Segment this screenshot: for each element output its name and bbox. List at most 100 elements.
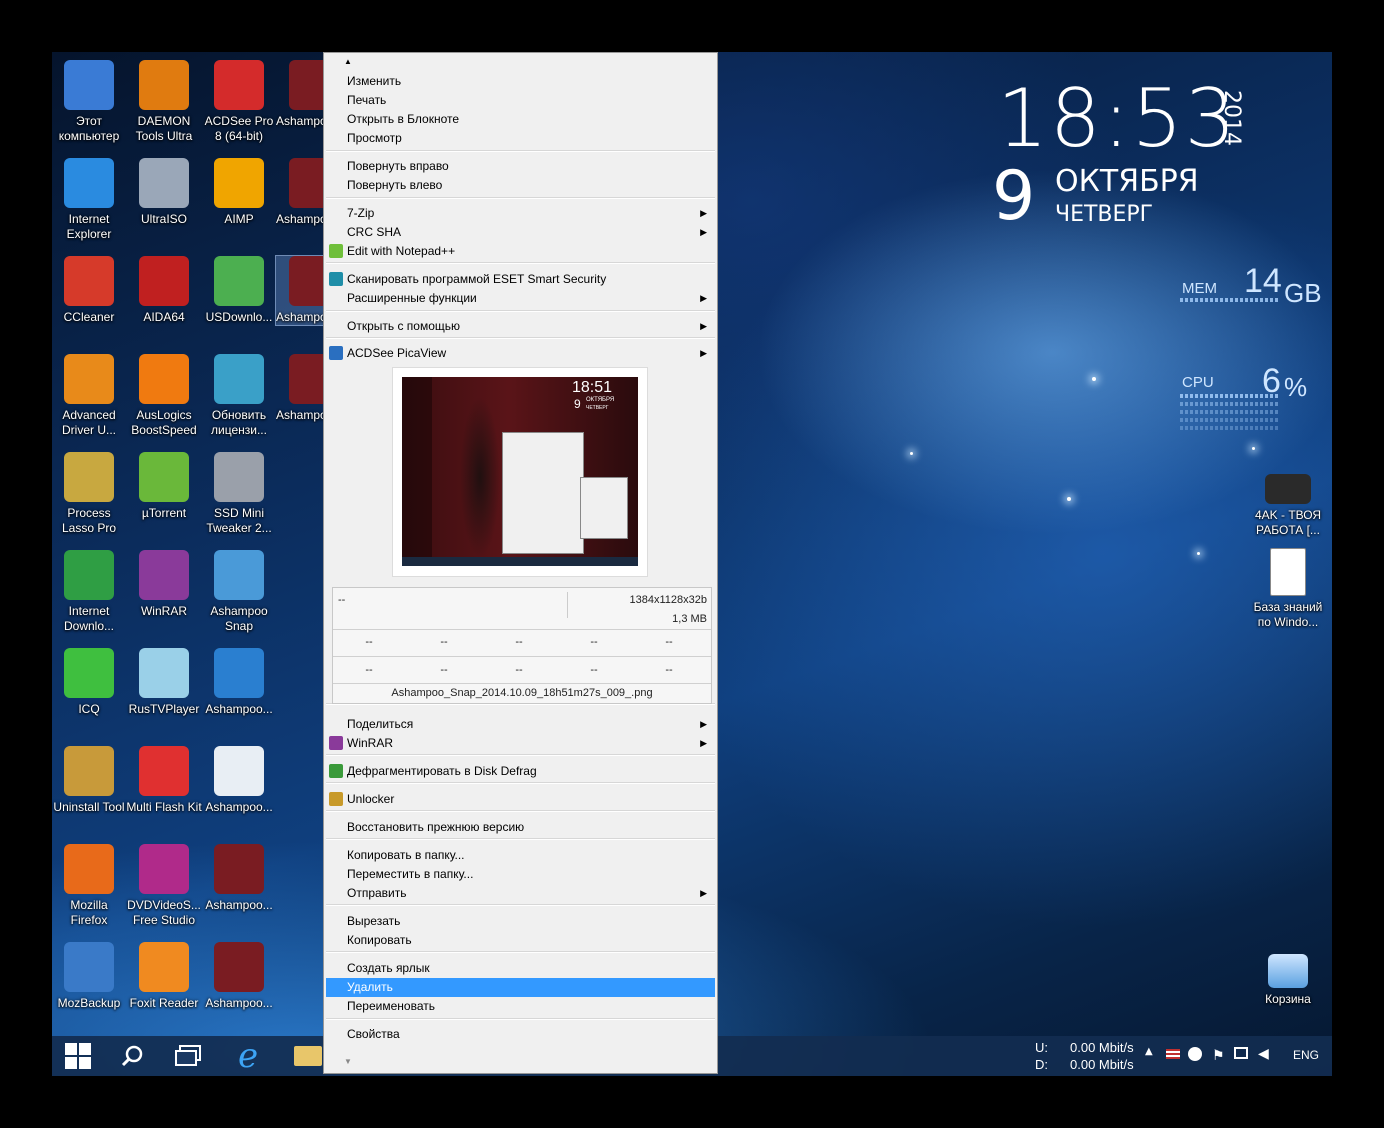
- task-view-icon: [175, 1045, 201, 1066]
- desktop-icon[interactable]: Обновить лицензи...: [201, 354, 277, 438]
- menu-item-label: Изменить: [347, 74, 402, 88]
- cpu-bar: [1180, 402, 1280, 406]
- desktop-icon[interactable]: AIDA64: [126, 256, 202, 325]
- menu-item[interactable]: Переместить в папку...: [326, 865, 715, 884]
- menu-item[interactable]: Копировать в папку...: [326, 846, 715, 865]
- menu-item[interactable]: Открыть в Блокноте: [326, 110, 715, 129]
- menu-item-label: Создать ярлык: [347, 961, 430, 975]
- desktop-icon-label: WinRAR: [140, 604, 187, 618]
- desktop-icon[interactable]: AusLogics BoostSpeed: [126, 354, 202, 438]
- task-view-button[interactable]: [162, 1036, 214, 1076]
- desktop-icon[interactable]: MozBackup: [52, 942, 127, 1011]
- menu-item[interactable]: Печать: [326, 91, 715, 110]
- app-icon: [139, 452, 189, 502]
- desktop-icon[interactable]: Uninstall Tool: [52, 746, 127, 815]
- taskbar-internet-explorer[interactable]: e: [222, 1036, 274, 1076]
- menu-item[interactable]: Изменить: [326, 72, 715, 91]
- menu-item[interactable]: ACDSee PicaView ▶: [326, 344, 715, 363]
- disk-defrag-icon: [329, 764, 343, 778]
- desktop-icon-label: ACDSee Pro 8 (64-bit): [204, 114, 274, 143]
- language-indicator[interactable]: ENG: [1293, 1048, 1319, 1062]
- desktop-icon[interactable]: UltraISO: [126, 158, 202, 227]
- desktop-icon[interactable]: Ashampoo...: [201, 746, 277, 815]
- clock-day: 9: [992, 157, 1036, 236]
- desktop-icon-recycle-bin[interactable]: Корзина: [1250, 946, 1326, 1007]
- info-cell: --: [665, 664, 673, 676]
- menu-item[interactable]: Сканировать программой ESET Smart Securi…: [326, 270, 715, 289]
- desktop-icon[interactable]: Ashampoo Snap: [201, 550, 277, 634]
- desktop-icon[interactable]: Internet Explorer: [52, 158, 127, 242]
- menu-item[interactable]: Открыть с помощью ▶: [326, 317, 715, 336]
- scroll-down-arrow-icon[interactable]: ▼: [344, 1057, 352, 1066]
- action-center-flag-icon[interactable]: ⚑: [1212, 1048, 1225, 1064]
- menu-item[interactable]: Удалить: [326, 978, 715, 997]
- app-icon: [64, 746, 114, 796]
- show-hidden-icons-chevron[interactable]: ▲: [1145, 1046, 1153, 1057]
- desktop-icon[interactable]: µTorrent: [126, 452, 202, 521]
- menu-item[interactable]: Вырезать: [326, 912, 715, 931]
- us-flag-icon[interactable]: [1166, 1049, 1180, 1059]
- desktop-icon[interactable]: SSD Mini Tweaker 2...: [201, 452, 277, 536]
- desktop-icon-knowledge-base[interactable]: База знаний по Windo...: [1250, 548, 1326, 630]
- desktop-icon[interactable]: Ashampoo...: [201, 942, 277, 1011]
- menu-item-label: Повернуть влево: [347, 178, 443, 192]
- submenu-arrow-icon: ▶: [700, 208, 707, 218]
- menu-separator: [326, 262, 715, 264]
- menu-item[interactable]: WinRAR ▶: [326, 734, 715, 753]
- desktop-icon[interactable]: CCleaner: [52, 256, 127, 325]
- desktop-icon[interactable]: Mozilla Firefox: [52, 844, 127, 928]
- menu-item[interactable]: Поделиться ▶: [326, 715, 715, 734]
- menu-item[interactable]: Повернуть вправо: [326, 157, 715, 176]
- menu-item[interactable]: Копировать: [326, 931, 715, 950]
- eset-tray-icon[interactable]: [1188, 1047, 1202, 1061]
- menu-item[interactable]: CRC SHA ▶: [326, 223, 715, 242]
- menu-separator: [326, 150, 715, 152]
- video-file-icon: [1265, 474, 1311, 504]
- menu-item[interactable]: Переименовать: [326, 997, 715, 1016]
- start-button[interactable]: [52, 1036, 104, 1076]
- menu-item[interactable]: Повернуть влево: [326, 176, 715, 195]
- app-icon: [139, 844, 189, 894]
- desktop-icon-4ak[interactable]: 4AK - ТВОЯ РАБОТА [...: [1250, 466, 1326, 538]
- menu-item[interactable]: Создать ярлык: [326, 959, 715, 978]
- network-icon[interactable]: [1234, 1047, 1248, 1059]
- desktop-icon[interactable]: Этот компьютер: [52, 60, 127, 144]
- desktop-icon[interactable]: DVDVideoS... Free Studio: [126, 844, 202, 928]
- windows-logo-icon: [65, 1043, 91, 1069]
- desktop-icon[interactable]: Multi Flash Kit: [126, 746, 202, 815]
- desktop-icon[interactable]: DAEMON Tools Ultra: [126, 60, 202, 144]
- desktop-icon[interactable]: RusTVPlayer: [126, 648, 202, 717]
- desktop-icon-label: USDownlo...: [205, 310, 273, 324]
- menu-item[interactable]: Дефрагментировать в Disk Defrag: [326, 762, 715, 781]
- desktop-icon[interactable]: AIMP: [201, 158, 277, 227]
- desktop-icon[interactable]: Ashampoo...: [201, 648, 277, 717]
- desktop-icon[interactable]: Process Lasso Pro: [52, 452, 127, 536]
- menu-separator: [326, 197, 715, 199]
- desktop-icon[interactable]: Ashampoo...: [201, 844, 277, 913]
- preview-clock-time: 18:51: [572, 379, 613, 396]
- menu-item[interactable]: Расширенные функции ▶: [326, 289, 715, 308]
- desktop-icon[interactable]: ICQ: [52, 648, 127, 717]
- menu-item[interactable]: Unlocker: [326, 790, 715, 809]
- desktop-icon[interactable]: WinRAR: [126, 550, 202, 619]
- menu-item[interactable]: Свойства: [326, 1025, 715, 1044]
- mem-value: 14: [1244, 262, 1282, 300]
- menu-item[interactable]: Просмотр: [326, 129, 715, 148]
- submenu-arrow-icon: ▶: [700, 348, 707, 358]
- scroll-up-arrow-icon[interactable]: ▲: [344, 57, 352, 66]
- search-button[interactable]: [106, 1036, 158, 1076]
- menu-item[interactable]: Edit with Notepad++: [326, 242, 715, 261]
- desktop-icon[interactable]: USDownlo...: [201, 256, 277, 325]
- mem-unit: GB: [1284, 278, 1322, 308]
- desktop-icon-label: ICQ: [78, 702, 100, 716]
- menu-item[interactable]: 7-Zip ▶: [326, 204, 715, 223]
- menu-separator: [326, 310, 715, 312]
- desktop-icon[interactable]: ACDSee Pro 8 (64-bit): [201, 60, 277, 144]
- desktop-icon[interactable]: Internet Downlo...: [52, 550, 127, 634]
- menu-item[interactable]: Восстановить прежнюю версию: [326, 818, 715, 837]
- desktop-icon[interactable]: Advanced Driver U...: [52, 354, 127, 438]
- menu-item[interactable]: Отправить ▶: [326, 884, 715, 903]
- desktop-icon[interactable]: Foxit Reader: [126, 942, 202, 1011]
- menu-item-label: Расширенные функции: [347, 291, 477, 305]
- volume-icon[interactable]: ◀: [1258, 1046, 1269, 1062]
